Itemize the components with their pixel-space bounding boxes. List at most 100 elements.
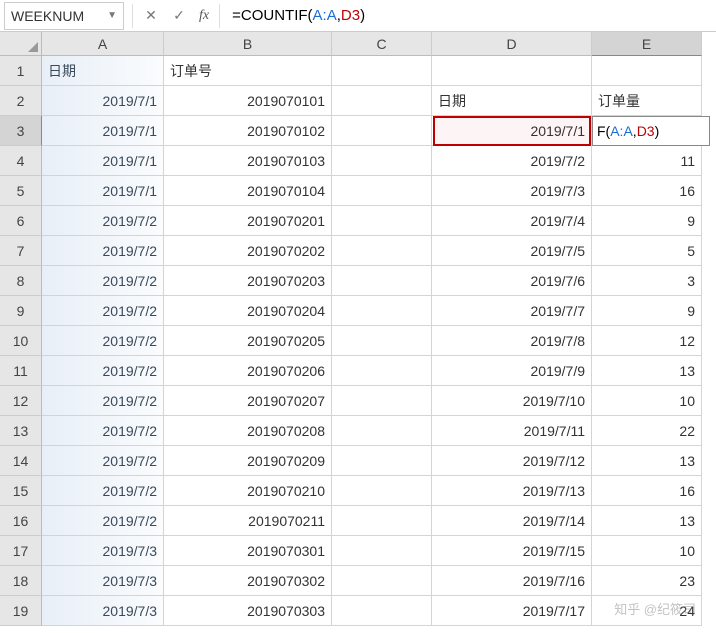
- cell-E9[interactable]: 9: [592, 296, 702, 326]
- cell-D14[interactable]: 2019/7/12: [432, 446, 592, 476]
- formula-input[interactable]: =COUNTIF(A:A,D3): [224, 7, 716, 24]
- col-header-A[interactable]: A: [42, 32, 164, 56]
- cell-E13[interactable]: 22: [592, 416, 702, 446]
- cell-C5[interactable]: [332, 176, 432, 206]
- cell-A17[interactable]: 2019/7/3: [42, 536, 164, 566]
- col-header-C[interactable]: C: [332, 32, 432, 56]
- cell-E10[interactable]: 12: [592, 326, 702, 356]
- cell-A19[interactable]: 2019/7/3: [42, 596, 164, 626]
- cell-E14[interactable]: 13: [592, 446, 702, 476]
- cell-D8[interactable]: 2019/7/6: [432, 266, 592, 296]
- cell-B7[interactable]: 2019070202: [164, 236, 332, 266]
- row-header[interactable]: 15: [0, 476, 42, 506]
- cell-C10[interactable]: [332, 326, 432, 356]
- cell-A11[interactable]: 2019/7/2: [42, 356, 164, 386]
- cell-B14[interactable]: 2019070209: [164, 446, 332, 476]
- cell-C4[interactable]: [332, 146, 432, 176]
- cell-B17[interactable]: 2019070301: [164, 536, 332, 566]
- cell-B11[interactable]: 2019070206: [164, 356, 332, 386]
- cell-C6[interactable]: [332, 206, 432, 236]
- select-all-corner[interactable]: [0, 32, 42, 56]
- cell-E5[interactable]: 16: [592, 176, 702, 206]
- cell-A14[interactable]: 2019/7/2: [42, 446, 164, 476]
- cell-C7[interactable]: [332, 236, 432, 266]
- cell-B4[interactable]: 2019070103: [164, 146, 332, 176]
- cell-E16[interactable]: 13: [592, 506, 702, 536]
- cell-C11[interactable]: [332, 356, 432, 386]
- col-header-E[interactable]: E: [592, 32, 702, 56]
- col-header-B[interactable]: B: [164, 32, 332, 56]
- cell-E1[interactable]: [592, 56, 702, 86]
- cell-C19[interactable]: [332, 596, 432, 626]
- cell-A9[interactable]: 2019/7/2: [42, 296, 164, 326]
- cell-A18[interactable]: 2019/7/3: [42, 566, 164, 596]
- cell-B6[interactable]: 2019070201: [164, 206, 332, 236]
- cell-E8[interactable]: 3: [592, 266, 702, 296]
- cell-C15[interactable]: [332, 476, 432, 506]
- cell-B10[interactable]: 2019070205: [164, 326, 332, 356]
- cell-C12[interactable]: [332, 386, 432, 416]
- cell-D3[interactable]: 2019/7/1: [432, 116, 592, 146]
- cell-D10[interactable]: 2019/7/8: [432, 326, 592, 356]
- cell-E15[interactable]: 16: [592, 476, 702, 506]
- row-header[interactable]: 14: [0, 446, 42, 476]
- editing-cell-overlay[interactable]: F(A:A,D3): [592, 116, 710, 146]
- cell-E4[interactable]: 11: [592, 146, 702, 176]
- cell-E11[interactable]: 13: [592, 356, 702, 386]
- cell-B16[interactable]: 2019070211: [164, 506, 332, 536]
- cell-D17[interactable]: 2019/7/15: [432, 536, 592, 566]
- cell-A13[interactable]: 2019/7/2: [42, 416, 164, 446]
- cell-A7[interactable]: 2019/7/2: [42, 236, 164, 266]
- row-header[interactable]: 18: [0, 566, 42, 596]
- cell-C9[interactable]: [332, 296, 432, 326]
- cell-A12[interactable]: 2019/7/2: [42, 386, 164, 416]
- cell-B9[interactable]: 2019070204: [164, 296, 332, 326]
- cell-B8[interactable]: 2019070203: [164, 266, 332, 296]
- confirm-button[interactable]: ✓: [165, 2, 193, 30]
- row-header[interactable]: 1: [0, 56, 42, 86]
- row-header[interactable]: 5: [0, 176, 42, 206]
- name-box-dropdown-icon[interactable]: ▼: [107, 10, 117, 21]
- cell-A16[interactable]: 2019/7/2: [42, 506, 164, 536]
- cell-A2[interactable]: 2019/7/1: [42, 86, 164, 116]
- cell-B13[interactable]: 2019070208: [164, 416, 332, 446]
- cell-C18[interactable]: [332, 566, 432, 596]
- row-header[interactable]: 11: [0, 356, 42, 386]
- cell-B15[interactable]: 2019070210: [164, 476, 332, 506]
- row-header[interactable]: 16: [0, 506, 42, 536]
- cell-C3[interactable]: [332, 116, 432, 146]
- cell-A3[interactable]: 2019/7/1: [42, 116, 164, 146]
- cell-A6[interactable]: 2019/7/2: [42, 206, 164, 236]
- cell-D18[interactable]: 2019/7/16: [432, 566, 592, 596]
- row-header[interactable]: 7: [0, 236, 42, 266]
- cell-B5[interactable]: 2019070104: [164, 176, 332, 206]
- cell-E17[interactable]: 10: [592, 536, 702, 566]
- cell-E6[interactable]: 9: [592, 206, 702, 236]
- cell-B3[interactable]: 2019070102: [164, 116, 332, 146]
- row-header[interactable]: 3: [0, 116, 42, 146]
- row-header[interactable]: 10: [0, 326, 42, 356]
- cancel-button[interactable]: ✕: [137, 2, 165, 30]
- cell-D11[interactable]: 2019/7/9: [432, 356, 592, 386]
- row-header[interactable]: 4: [0, 146, 42, 176]
- cell-D2[interactable]: 日期: [432, 86, 592, 116]
- cell-A5[interactable]: 2019/7/1: [42, 176, 164, 206]
- cell-D7[interactable]: 2019/7/5: [432, 236, 592, 266]
- cell-D15[interactable]: 2019/7/13: [432, 476, 592, 506]
- row-header[interactable]: 9: [0, 296, 42, 326]
- cell-E7[interactable]: 5: [592, 236, 702, 266]
- cell-C13[interactable]: [332, 416, 432, 446]
- cell-D13[interactable]: 2019/7/11: [432, 416, 592, 446]
- name-box[interactable]: WEEKNUM ▼: [4, 2, 124, 30]
- row-header[interactable]: 2: [0, 86, 42, 116]
- cell-C2[interactable]: [332, 86, 432, 116]
- cell-A10[interactable]: 2019/7/2: [42, 326, 164, 356]
- row-header[interactable]: 17: [0, 536, 42, 566]
- cell-C17[interactable]: [332, 536, 432, 566]
- cell-A8[interactable]: 2019/7/2: [42, 266, 164, 296]
- cell-C16[interactable]: [332, 506, 432, 536]
- cell-D4[interactable]: 2019/7/2: [432, 146, 592, 176]
- cell-E12[interactable]: 10: [592, 386, 702, 416]
- cell-D16[interactable]: 2019/7/14: [432, 506, 592, 536]
- row-header[interactable]: 19: [0, 596, 42, 626]
